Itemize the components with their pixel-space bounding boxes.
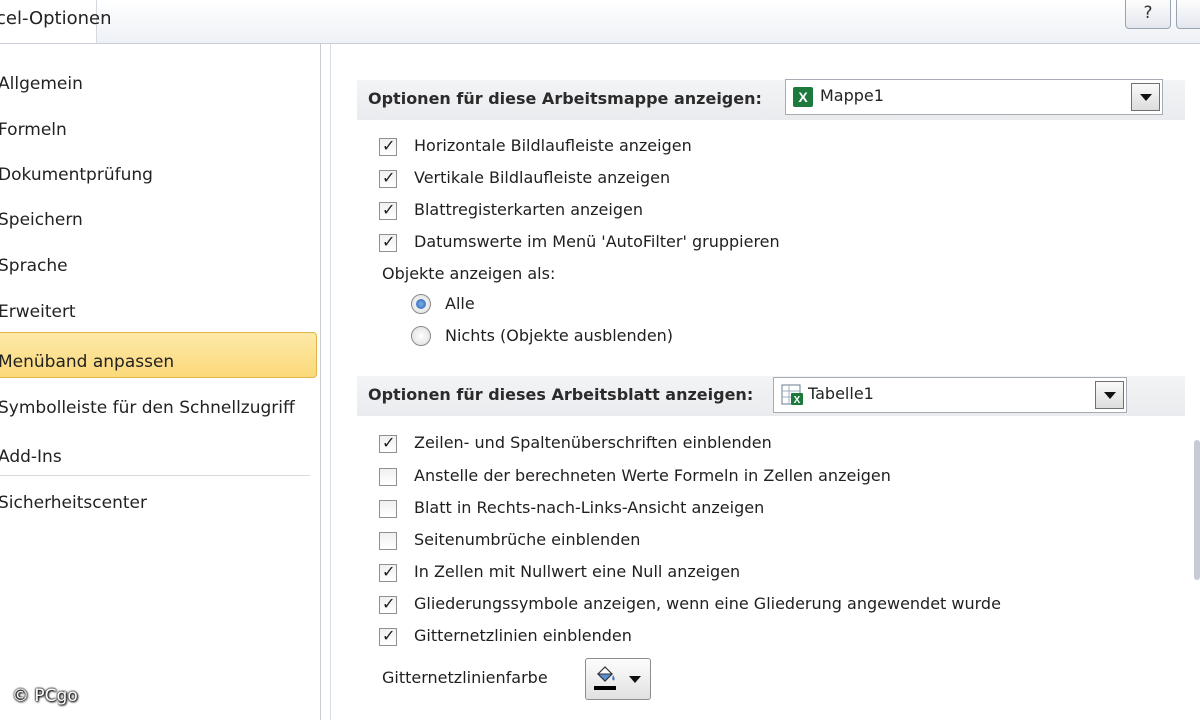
nav-item-label: Sicherheitscenter	[0, 493, 147, 513]
option-label: Blattregisterkarten anzeigen	[414, 200, 643, 219]
title-tab: cel-Optionen	[0, 0, 112, 43]
checkbox[interactable]	[379, 232, 397, 252]
gridline-color-label: Gitternetzlinienfarbe	[382, 668, 548, 687]
nav-item-label: Dokumentprüfung	[0, 165, 153, 185]
svg-text:X: X	[798, 89, 808, 105]
chevron-down-icon	[629, 676, 641, 683]
checkbox[interactable]	[379, 532, 397, 550]
radio-objects-all-label: Alle	[445, 294, 475, 313]
options-nav: Allgemein Formeln Dokumentprüfung Speich…	[0, 44, 321, 720]
option-label: In Zellen mit Nullwert eine Null anzeige…	[414, 562, 741, 581]
option-label: Horizontale Bildlaufleiste anzeigen	[414, 136, 692, 155]
objects-label: Objekte anzeigen als:	[382, 264, 556, 283]
checkbox[interactable]	[379, 626, 397, 646]
nav-item-label: Symbolleiste für den Schnellzugriff	[0, 398, 295, 418]
nav-item-label: Formeln	[0, 120, 67, 140]
nav-item-label: Erweitert	[0, 302, 76, 322]
nav-item-label: Allgemein	[0, 74, 83, 94]
chevron-down-icon[interactable]	[1131, 83, 1160, 111]
nav-divider	[0, 475, 310, 476]
worksheet-select[interactable]: X Tabelle1	[773, 377, 1127, 413]
close-button[interactable]	[1176, 0, 1200, 29]
radio-objects-none[interactable]	[411, 326, 431, 346]
option-label: Gliederungssymbole anzeigen, wenn eine G…	[414, 594, 1001, 613]
title-bar: cel-Optionen ?	[0, 0, 1200, 44]
workbook-select-value: Mappe1	[820, 86, 884, 105]
option-label: Seitenumbrüche einblenden	[414, 530, 641, 549]
option-label: Gitternetzlinien einblenden	[414, 626, 632, 645]
option-label: Vertikale Bildlaufleiste anzeigen	[414, 168, 671, 187]
paint-bucket-icon	[596, 666, 615, 682]
option-label: Blatt in Rechts-nach-Links-Ansicht anzei…	[414, 498, 765, 517]
nav-item-label: Menüband anpassen	[0, 352, 175, 372]
gridline-color-button[interactable]	[585, 658, 651, 700]
content-scrollbar[interactable]	[1194, 440, 1200, 580]
section-header-label: Optionen für diese Arbeitsmappe anzeigen…	[368, 89, 762, 108]
section-header-label: Optionen für dieses Arbeitsblatt anzeige…	[368, 385, 754, 404]
worksheet-icon: X	[781, 384, 803, 406]
help-button[interactable]: ?	[1125, 0, 1171, 29]
worksheet-select-value: Tabelle1	[808, 384, 874, 403]
nav-item-label: Speichern	[0, 210, 83, 230]
radio-objects-all[interactable]	[411, 294, 431, 314]
checkbox[interactable]	[379, 200, 397, 220]
nav-item-label: Sprache	[0, 256, 68, 276]
options-content: Optionen für diese Arbeitsmappe anzeigen…	[330, 44, 1200, 720]
chevron-down-icon[interactable]	[1095, 381, 1124, 409]
checkbox[interactable]	[379, 594, 397, 614]
checkbox[interactable]	[379, 168, 397, 188]
option-label: Anstelle der berechneten Werte Formeln i…	[414, 466, 891, 485]
workbook-select[interactable]: X Mappe1	[785, 79, 1163, 115]
gridline-color-swatch	[594, 686, 616, 690]
watermark: © PCgo	[12, 686, 78, 706]
excel-workbook-icon: X	[793, 87, 813, 107]
checkbox[interactable]	[379, 136, 397, 156]
checkbox[interactable]	[379, 468, 397, 486]
nav-item-label: Add-Ins	[0, 447, 62, 467]
option-label: Zeilen- und Spaltenüberschriften einblen…	[414, 433, 772, 452]
checkbox[interactable]	[379, 433, 397, 453]
option-label: Datumswerte im Menü 'AutoFilter' gruppie…	[414, 232, 780, 251]
checkbox[interactable]	[379, 500, 397, 518]
checkbox[interactable]	[379, 562, 397, 582]
svg-text:X: X	[794, 395, 801, 406]
radio-objects-none-label: Nichts (Objekte ausblenden)	[445, 326, 674, 345]
window-title: cel-Optionen	[0, 8, 112, 29]
